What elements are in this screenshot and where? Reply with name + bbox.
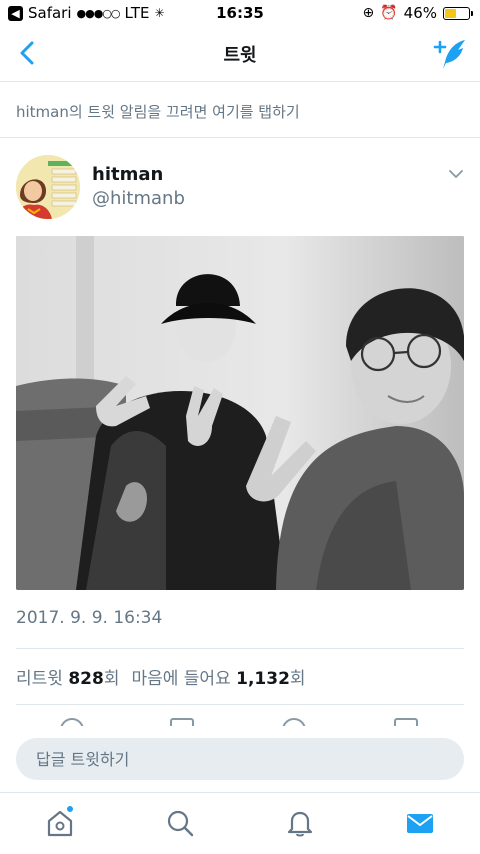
photo-two-people-selfie (16, 236, 464, 590)
retweet-unit: 회 (103, 669, 120, 689)
mail-icon (407, 814, 433, 833)
avatar[interactable] (16, 155, 80, 219)
battery-icon (443, 6, 473, 20)
bell-icon (287, 811, 313, 837)
alarm-icon: ⏰ (380, 5, 398, 21)
compose-feather-icon (433, 40, 465, 69)
search-icon (167, 810, 194, 837)
retweet-count: 828 (68, 669, 104, 689)
notification-dot (66, 805, 74, 813)
battery-level (445, 8, 456, 18)
tweet-photo[interactable] (16, 236, 464, 590)
reply-bar (0, 726, 480, 788)
chevron-down-icon (449, 170, 463, 179)
tab-bar (0, 792, 480, 854)
author-name[interactable]: hitman (92, 164, 163, 185)
like-count: 1,132 (236, 669, 290, 689)
compose-tweet-button[interactable] (432, 36, 468, 72)
tweet-options-button[interactable] (446, 164, 466, 184)
tab-messages[interactable] (404, 807, 436, 839)
page-title: 트윗 (223, 45, 257, 66)
battery-percent: 46% (403, 4, 437, 22)
reply-input[interactable] (16, 738, 464, 780)
tweet-author: hitman @hitmanb (0, 150, 480, 230)
tab-home[interactable] (44, 805, 76, 839)
nav-bar: 트윗 (0, 26, 480, 82)
tab-search[interactable] (164, 807, 196, 839)
divider (16, 704, 464, 705)
avatar-illustration (16, 155, 80, 219)
retweet-stat[interactable]: 리트윗 828회 (16, 664, 119, 689)
retweet-label: 리트윗 (16, 669, 63, 689)
like-label: 마음에 들어요 (131, 669, 231, 689)
author-handle[interactable]: @hitmanb (92, 188, 185, 209)
tweet-timestamp: 2017. 9. 9. 16:34 (16, 608, 163, 628)
tweet-stats: 리트윗 828회 마음에 들어요 1,132회 (16, 664, 306, 689)
status-bar: ◀ Safari ●●●○○ LTE ✳ 16:35 ⊕ ⏰ 46% (0, 0, 480, 26)
notification-toggle-row[interactable]: hitman의 트윗 알림을 끄려면 여기를 탭하기 (0, 83, 480, 138)
like-unit: 회 (289, 669, 306, 689)
orientation-lock-icon: ⊕ (362, 5, 375, 21)
divider (16, 648, 464, 649)
status-right: ⊕ ⏰ 46% (362, 4, 473, 22)
like-stat[interactable]: 마음에 들어요 1,132회 (131, 664, 305, 689)
tab-notifications[interactable] (284, 807, 316, 839)
notification-toggle-text[interactable]: hitman의 트윗 알림을 끄려면 여기를 탭하기 (16, 101, 300, 122)
